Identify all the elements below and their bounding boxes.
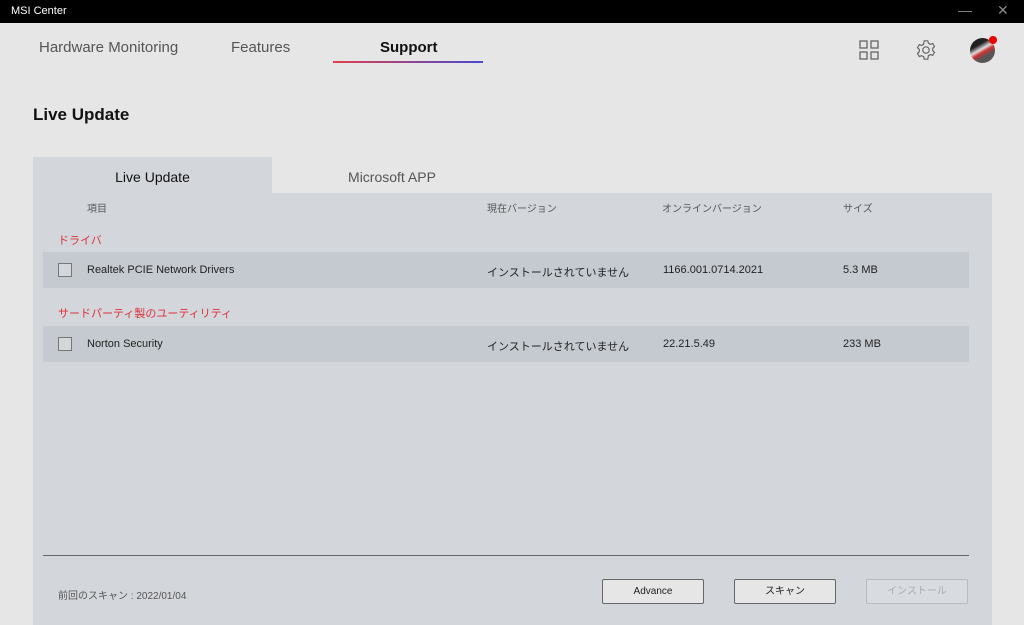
active-nav-underline	[333, 61, 483, 63]
item-name: Realtek PCIE Network Drivers	[87, 264, 235, 276]
online-version: 22.21.5.49	[663, 338, 715, 350]
title-bar: MSI Center — ✕	[0, 0, 1024, 23]
table-row: Realtek PCIE Network Drivers インストールされていま…	[43, 252, 969, 288]
last-scan-text: 前回のスキャン : 2022/01/04	[58, 591, 187, 602]
grid-icon[interactable]	[859, 40, 879, 60]
item-name: Norton Security	[87, 338, 163, 350]
scan-button[interactable]: スキャン	[734, 579, 836, 604]
current-version: インストールされていません	[487, 267, 630, 279]
nav-features[interactable]: Features	[231, 39, 290, 56]
category-drivers: ドライバ	[58, 235, 102, 247]
nav-support[interactable]: Support	[380, 39, 438, 56]
notification-dot	[989, 36, 997, 44]
item-size: 5.3 MB	[843, 264, 878, 276]
row-checkbox[interactable]	[58, 337, 72, 351]
online-version: 1166.001.0714.2021	[663, 264, 764, 276]
tab-live-update[interactable]: Live Update	[33, 157, 272, 193]
minimize-icon[interactable]: —	[958, 2, 972, 18]
close-icon[interactable]: ✕	[997, 2, 1009, 19]
window-title: MSI Center	[11, 5, 67, 17]
current-version: インストールされていません	[487, 341, 630, 353]
column-header-item: 項目	[87, 204, 107, 215]
advance-button[interactable]: Advance	[602, 579, 704, 604]
avatar[interactable]	[970, 36, 997, 63]
divider	[43, 555, 969, 556]
nav-hardware-monitoring[interactable]: Hardware Monitoring	[39, 39, 178, 56]
item-size: 233 MB	[843, 338, 881, 350]
column-header-current-version: 現在バージョン	[487, 204, 557, 215]
table-row: Norton Security インストールされていません 22.21.5.49…	[43, 326, 969, 362]
install-button[interactable]: インストール	[866, 579, 968, 604]
column-header-size: サイズ	[843, 204, 873, 215]
category-third-party: サードパーティ製のユーティリティ	[58, 308, 233, 320]
tab-microsoft-app[interactable]: Microsoft APP	[272, 157, 512, 193]
gear-icon[interactable]	[915, 39, 937, 61]
page-title: Live Update	[33, 105, 130, 124]
column-header-online-version: オンラインバージョン	[662, 204, 762, 215]
row-checkbox[interactable]	[58, 263, 72, 277]
